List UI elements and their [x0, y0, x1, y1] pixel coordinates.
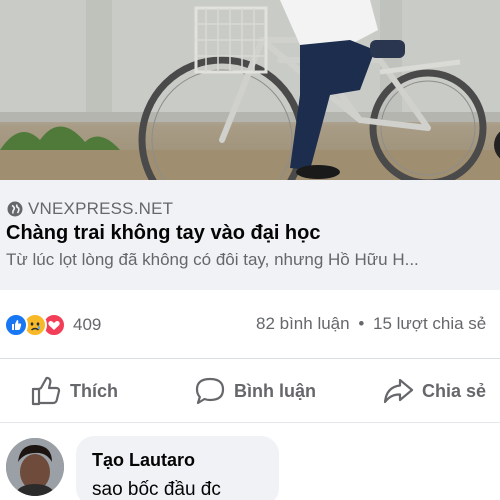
- share-icon: [383, 378, 414, 404]
- comment-count[interactable]: 82 bình luận: [256, 314, 350, 333]
- comment-button[interactable]: Bình luận: [194, 375, 316, 407]
- share-label: Chia sẻ: [422, 380, 487, 401]
- share-count[interactable]: 15 lượt chia sẻ: [373, 314, 486, 333]
- link-source-label: VNEXPRESS.NET: [28, 199, 174, 218]
- profile-photo-icon: [6, 438, 64, 496]
- comment-icon: [195, 377, 225, 405]
- post-stats: 82 bình luận • 15 lượt chia sẻ: [256, 314, 486, 334]
- divider: [0, 358, 500, 359]
- share-button[interactable]: Chia sẻ: [382, 375, 486, 407]
- post-photo[interactable]: [0, 0, 500, 180]
- reaction-count: 409: [73, 315, 102, 334]
- thumbs-up-icon: [31, 376, 61, 406]
- like-button[interactable]: Thích: [30, 375, 118, 407]
- link-source: VNEXPRESS.NET: [7, 199, 173, 219]
- bicycle-photo: [0, 0, 500, 180]
- link-summary: Từ lúc lọt lòng đã không có đôi tay, như…: [6, 250, 419, 269]
- divider: [0, 422, 500, 423]
- comment-text: sao bốc đầu đc: [92, 479, 221, 500]
- reactions-summary[interactable]: 409: [4, 312, 101, 338]
- link-headline[interactable]: Chàng trai không tay vào đại học: [6, 222, 321, 245]
- like-label: Thích: [70, 380, 118, 401]
- comment-label: Bình luận: [234, 380, 316, 401]
- stats-separator: •: [358, 314, 365, 333]
- avatar[interactable]: [6, 438, 64, 496]
- globe-icon: [7, 201, 23, 217]
- like-reaction-icon: [4, 313, 28, 337]
- comment-author[interactable]: Tạo Lautaro: [92, 450, 195, 471]
